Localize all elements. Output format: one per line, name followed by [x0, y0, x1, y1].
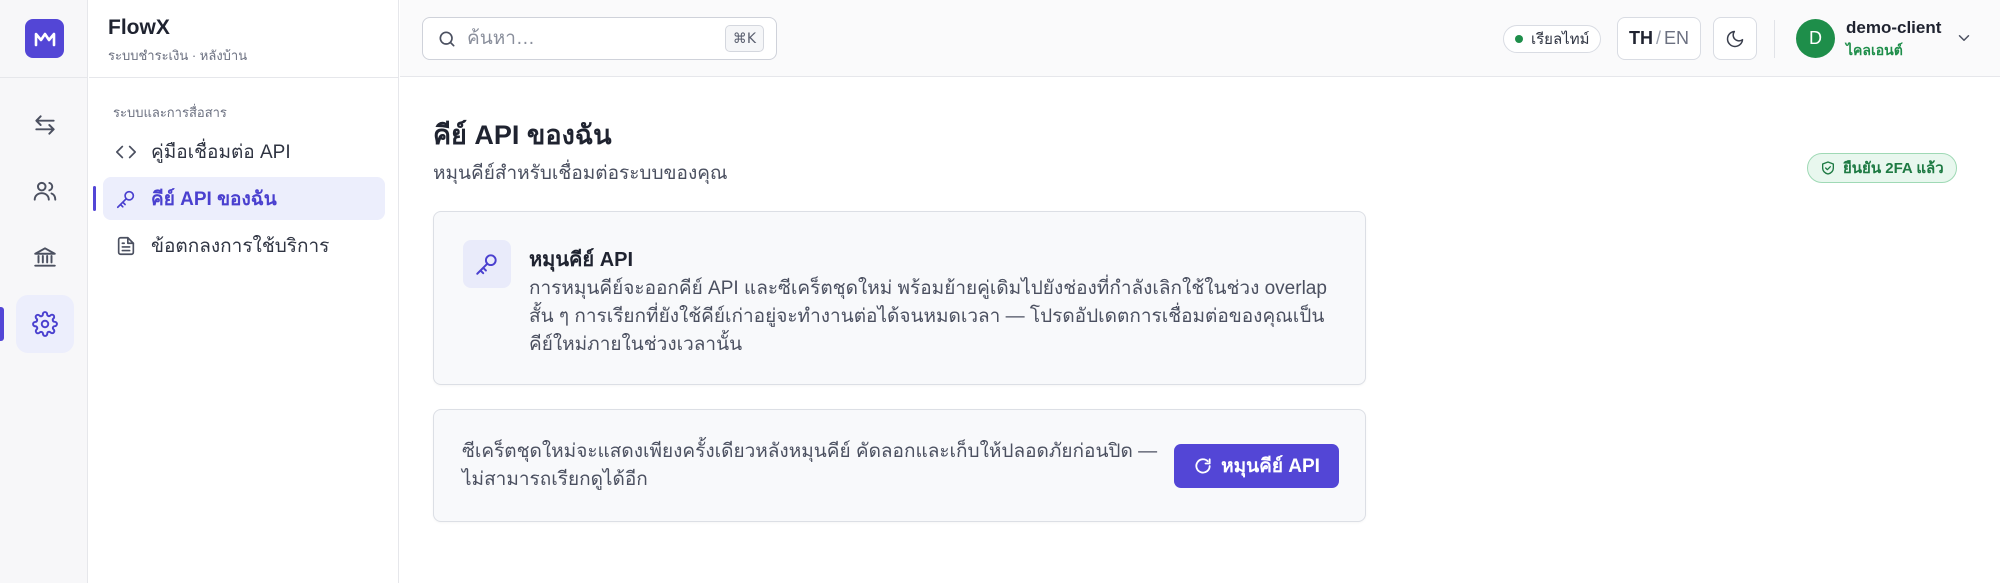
secondary-sidebar: FlowX ระบบชำระเงิน · หลังบ้าน ระบบและการ…: [89, 0, 399, 583]
search-input[interactable]: [467, 27, 707, 50]
rail-divider: [0, 77, 88, 78]
rail-item-users[interactable]: [16, 162, 74, 220]
code-icon: [115, 141, 137, 163]
rotate-api-key-button[interactable]: หมุนคีย์ API: [1174, 444, 1339, 488]
arrows-exchange-icon: [35, 115, 55, 135]
sidebar-item-my-api-keys[interactable]: คีย์ API ของฉัน: [93, 177, 385, 220]
info-card-body: การหมุนคีย์จะออกคีย์ API และซีเคร็ตชุดให…: [529, 278, 1327, 355]
search-box[interactable]: ⌘K: [422, 17, 777, 60]
page-subtitle: หมุนคีย์สำหรับเชื่อมต่อระบบของคุณ: [433, 163, 728, 184]
rotate-action-card: ซีเคร็ตชุดใหม่จะแสดงเพียงครั้งเดียวหลังห…: [433, 409, 1366, 522]
sidebar-item-api-guide[interactable]: คู่มือเชื่อมต่อ API: [103, 130, 385, 173]
action-card-text: ซีเคร็ตชุดใหม่จะแสดงเพียงครั้งเดียวหลังห…: [462, 441, 1158, 490]
refresh-icon: [1193, 456, 1213, 476]
avatar[interactable]: D: [1796, 19, 1835, 58]
verified-2fa-badge: ยืนยัน 2FA แล้ว: [1807, 153, 1957, 183]
lang-inactive: EN: [1664, 28, 1690, 48]
info-card-title: หมุนคีย์ API: [529, 249, 634, 271]
sidebar-divider: [89, 77, 399, 78]
app-logo[interactable]: [25, 19, 64, 58]
status-dot: [1515, 35, 1523, 43]
page-title: คีย์ API ของฉัน: [433, 120, 612, 150]
sidebar-item-label: คู่มือเชื่อมต่อ API: [151, 141, 291, 163]
theme-toggle-button[interactable]: [1713, 17, 1757, 60]
sidebar-item-label: ข้อตกลงการใช้บริการ: [151, 235, 330, 257]
user-role: ไคลเอนต์: [1846, 42, 1903, 58]
logo-m-icon: [34, 32, 55, 46]
lang-separator: /: [1655, 28, 1661, 48]
realtime-status-badge[interactable]: เรียลไทม์: [1503, 25, 1602, 53]
user-menu[interactable]: demo-client ไคลเอนต์: [1846, 18, 1941, 62]
brand-name: FlowX: [108, 16, 170, 39]
gear-icon: [32, 311, 58, 337]
key-icon: [115, 188, 137, 210]
users-icon: [33, 181, 57, 201]
top-bar: ⌘K เรียลไทม์ TH / EN D demo-client ไคลเอ…: [400, 0, 2000, 77]
search-shortcut-badge: ⌘K: [724, 25, 764, 52]
key-icon: [463, 240, 511, 288]
lang-active: TH: [1628, 28, 1653, 48]
user-name: demo-client: [1846, 18, 1942, 37]
rail-active-indicator: [0, 307, 4, 341]
chevron-down-icon[interactable]: [1955, 29, 1973, 52]
rail-item-transactions[interactable]: [16, 96, 74, 154]
sidebar-active-indicator: [93, 186, 96, 211]
shield-check-icon: [1820, 160, 1836, 176]
rail-item-settings[interactable]: [16, 295, 74, 353]
language-toggle[interactable]: TH / EN: [1617, 17, 1701, 60]
realtime-label: เรียลไทม์: [1531, 31, 1590, 48]
sidebar-section-title: ระบบและการสื่อสาร: [113, 105, 227, 120]
rotate-info-card: หมุนคีย์ API การหมุนคีย์จะออกคีย์ API แล…: [433, 211, 1366, 385]
sidebar-item-terms[interactable]: ข้อตกลงการใช้บริการ: [103, 224, 385, 267]
search-icon: [439, 31, 455, 47]
rail-item-banks[interactable]: [16, 228, 74, 286]
bank-icon: [34, 247, 56, 267]
rotate-button-label: หมุนคีย์ API: [1221, 456, 1320, 477]
icon-rail: [0, 0, 88, 583]
document-icon: [115, 235, 137, 257]
brand-subtitle: ระบบชำระเงิน · หลังบ้าน: [108, 48, 248, 63]
verified-label: ยืนยัน 2FA แล้ว: [1843, 160, 1944, 177]
sidebar-item-label: คีย์ API ของฉัน: [151, 188, 277, 210]
brand: FlowX ระบบชำระเงิน · หลังบ้าน: [108, 16, 247, 66]
moon-icon: [1726, 30, 1744, 47]
topbar-divider: [1774, 20, 1775, 58]
